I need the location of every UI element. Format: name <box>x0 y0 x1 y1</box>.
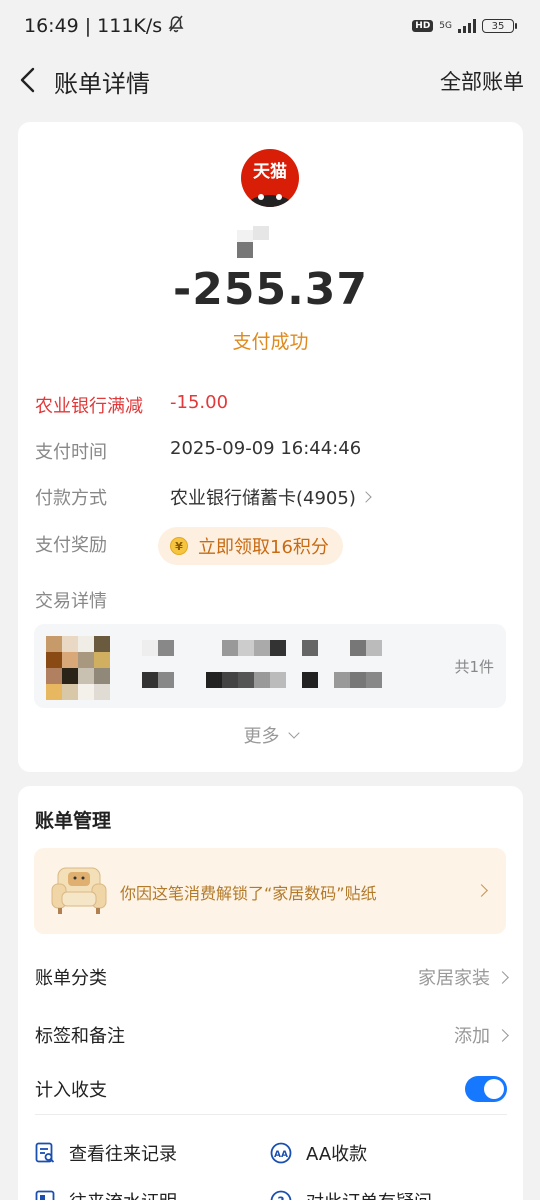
all-bills-link[interactable]: 全部账单 <box>440 66 524 96</box>
goods-title-mosaic <box>142 640 392 692</box>
tags-value-wrap: 添加 <box>454 1022 509 1048</box>
pay-time-value: 2025-09-09 16:44:46 <box>170 438 362 459</box>
trade-detail-label: 交易详情 <box>35 591 107 612</box>
payment-status: 支付成功 <box>232 331 309 353</box>
svg-text:AA: AA <box>274 1150 288 1160</box>
order-question-label: 对此订单有疑问 <box>306 1188 432 1200</box>
income-label: 计入收支 <box>35 1080 107 1101</box>
merchant-logo: 天猫 <box>241 149 299 207</box>
reward-label: 支付奖励 <box>35 535 107 556</box>
mute-bell-icon <box>168 15 184 38</box>
aa-icon: AA <box>270 1142 292 1164</box>
bill-management-card: 账单管理 你因这笔消费解锁了“家居数码”贴纸 账单分类 家居家装 标签和备注 添… <box>18 786 523 1200</box>
tags-value: 添加 <box>454 1026 490 1047</box>
status-separator: | <box>84 15 92 37</box>
income-toggle[interactable] <box>465 1076 507 1102</box>
aa-collect-label: AA收款 <box>306 1144 368 1165</box>
claim-points-button[interactable]: ¥ 立即领取16积分 <box>158 527 343 565</box>
more-label: 更多 <box>243 726 280 747</box>
battery-icon: 35 <box>482 19 517 33</box>
pay-method-value: 农业银行储蓄卡(4905) <box>170 488 356 509</box>
chevron-right-icon <box>475 884 488 897</box>
records-icon <box>35 1142 55 1163</box>
chevron-down-icon <box>287 727 300 739</box>
status-right: HD 5G 35 <box>412 19 517 33</box>
chevron-right-icon <box>496 1028 509 1042</box>
status-net-speed: 111K/s <box>97 15 163 37</box>
order-question-button[interactable]: ? 对此订单有疑问 <box>270 1188 432 1200</box>
flow-proof-label: 往来流水证明 <box>69 1188 177 1200</box>
network-type: 5G <box>439 20 452 31</box>
section-title: 账单管理 <box>35 810 112 832</box>
tags-label: 标签和备注 <box>35 1026 125 1047</box>
sofa-sticker-icon <box>51 867 107 914</box>
chevron-right-icon <box>496 970 509 984</box>
discount-label: 农业银行满减 <box>35 396 143 417</box>
network-label: 5G <box>439 20 452 31</box>
flow-proof-button[interactable]: 往来流水证明 <box>35 1188 177 1200</box>
status-time: 16:49 <box>24 15 79 37</box>
chevron-right-icon <box>360 491 372 503</box>
divider <box>35 1114 507 1115</box>
bill-amount: -255.37 <box>172 264 369 315</box>
goods-count: 共1件 <box>454 658 494 676</box>
proof-icon <box>35 1190 55 1200</box>
more-button[interactable]: 更多 <box>18 722 523 748</box>
page-title: 账单详情 <box>54 70 150 98</box>
category-row[interactable]: 账单分类 家居家装 <box>35 964 509 990</box>
pay-method-row[interactable]: 农业银行储蓄卡(4905) <box>170 484 372 510</box>
signal-icon <box>458 19 476 33</box>
merchant-logo-base <box>247 195 293 207</box>
view-records-button[interactable]: 查看往来记录 <box>35 1140 177 1166</box>
sticker-banner[interactable]: 你因这笔消费解锁了“家居数码”贴纸 <box>34 848 506 934</box>
pay-method-label: 付款方式 <box>35 488 107 509</box>
aa-collect-button[interactable]: AA AA收款 <box>270 1140 367 1166</box>
points-coin-icon: ¥ <box>170 537 188 555</box>
hd-badge: HD <box>412 20 434 32</box>
discount-value: -15.00 <box>170 392 229 413</box>
category-value-wrap: 家居家装 <box>418 964 509 990</box>
status-bar: 16:49 | 111K/s HD 5G 35 <box>0 0 540 52</box>
question-icon: ? <box>270 1190 292 1200</box>
status-left: 16:49 | 111K/s <box>24 15 184 38</box>
claim-points-label: 立即领取16积分 <box>198 537 329 558</box>
sticker-text: 你因这笔消费解锁了“家居数码”贴纸 <box>120 884 377 903</box>
bill-detail-card: 天猫 -255.37 支付成功 农业银行满减 -15.00 支付时间 2025-… <box>18 122 523 772</box>
pay-time-label: 支付时间 <box>35 442 107 463</box>
logo-eye-right <box>276 194 282 200</box>
category-label: 账单分类 <box>35 968 107 989</box>
view-records-label: 查看往来记录 <box>69 1144 177 1165</box>
goods-item[interactable]: 共1件 <box>34 624 506 708</box>
merchant-name-mosaic <box>237 226 271 258</box>
income-row: 计入收支 <box>35 1076 507 1102</box>
battery-level: 35 <box>491 20 505 32</box>
svg-text:?: ? <box>278 1195 285 1200</box>
nav-bar: 账单详情 全部账单 <box>0 52 540 108</box>
merchant-logo-text: 天猫 <box>253 162 287 182</box>
back-arrow-icon[interactable] <box>18 66 38 94</box>
tags-row[interactable]: 标签和备注 添加 <box>35 1022 509 1048</box>
category-value: 家居家装 <box>418 968 490 989</box>
goods-thumbnail <box>46 636 110 700</box>
logo-eye-left <box>258 194 264 200</box>
